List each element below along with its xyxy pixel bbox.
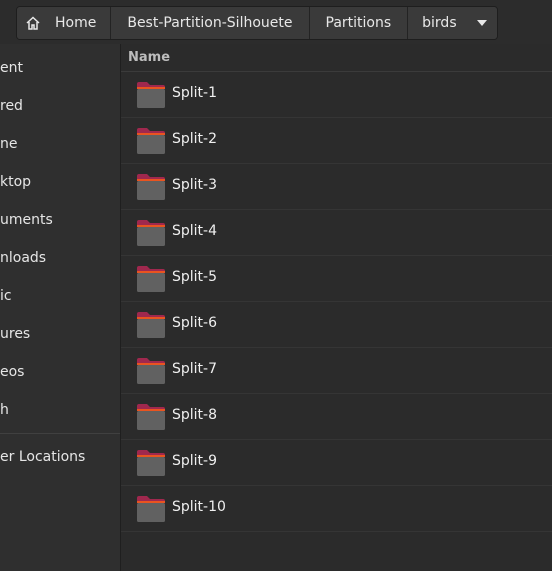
- sidebar-item-starred[interactable]: red: [0, 87, 120, 125]
- file-row-folder[interactable]: Split-10: [121, 486, 552, 532]
- file-name: Split-1: [172, 85, 218, 101]
- file-name: Split-4: [172, 223, 218, 239]
- file-name: Split-5: [172, 269, 218, 285]
- file-row-folder[interactable]: Split-9: [121, 440, 552, 486]
- folder-icon: [137, 358, 165, 384]
- file-name: Split-3: [172, 177, 218, 193]
- file-name: Split-7: [172, 361, 218, 377]
- column-header-name[interactable]: Name: [121, 44, 552, 72]
- folder-icon: [137, 496, 165, 522]
- file-row-folder[interactable]: Split-6: [121, 302, 552, 348]
- path-bar: Home Best-Partition-Silhouete Partitions…: [16, 6, 498, 40]
- path-home-label: Home: [55, 15, 97, 31]
- file-row-folder[interactable]: Split-4: [121, 210, 552, 256]
- sidebar-item-downloads[interactable]: nloads: [0, 239, 120, 277]
- file-row-folder[interactable]: Split-8: [121, 394, 552, 440]
- file-list: Name Split-1 Split-2 Split-3 Split-4 Split-5…: [121, 44, 552, 571]
- file-row-folder[interactable]: Split-7: [121, 348, 552, 394]
- file-name: Split-9: [172, 453, 218, 469]
- path-segment-label: birds: [422, 15, 457, 31]
- folder-icon: [137, 82, 165, 108]
- folder-icon: [137, 220, 165, 246]
- folder-icon: [137, 266, 165, 292]
- folder-icon: [137, 128, 165, 154]
- sidebar-item-label: ent: [0, 60, 23, 76]
- sidebar-item-label: ne: [0, 136, 18, 152]
- folder-icon: [137, 450, 165, 476]
- file-row-folder[interactable]: Split-5: [121, 256, 552, 302]
- sidebar-item-other-locations[interactable]: er Locations: [0, 438, 120, 476]
- column-header-label: Name: [128, 50, 171, 65]
- path-segment-birds[interactable]: birds: [408, 7, 497, 39]
- header-bar: Home Best-Partition-Silhouete Partitions…: [0, 0, 552, 44]
- home-icon: [26, 16, 40, 30]
- sidebar-divider: [0, 433, 120, 434]
- sidebar-item-desktop[interactable]: ktop: [0, 163, 120, 201]
- sidebar-item-label: eos: [0, 364, 25, 380]
- dropdown-arrow-icon[interactable]: [476, 20, 487, 26]
- sidebar-item-music[interactable]: ic: [0, 277, 120, 315]
- path-segment-best-partition[interactable]: Best-Partition-Silhouete: [111, 7, 310, 39]
- path-segment-label: Best-Partition-Silhouete: [127, 15, 293, 31]
- file-name: Split-6: [172, 315, 218, 331]
- sidebar-item-label: uments: [0, 212, 53, 228]
- sidebar-item-label: ktop: [0, 174, 32, 190]
- folder-icon: [137, 312, 165, 338]
- sidebar-item-trash[interactable]: h: [0, 391, 120, 429]
- path-segment-label: Partitions: [325, 15, 392, 31]
- sidebar-item-recent[interactable]: ent: [0, 49, 120, 87]
- path-home-button[interactable]: Home: [17, 7, 112, 39]
- folder-icon: [137, 404, 165, 430]
- sidebar-item-label: ic: [0, 288, 12, 304]
- folder-icon: [137, 174, 165, 200]
- sidebar-item-label: er Locations: [0, 449, 86, 465]
- sidebar-item-label: red: [0, 98, 23, 114]
- sidebar-item-videos[interactable]: eos: [0, 353, 120, 391]
- sidebar-item-home[interactable]: ne: [0, 125, 120, 163]
- path-segment-partitions[interactable]: Partitions: [309, 7, 409, 39]
- file-row-folder[interactable]: Split-2: [121, 118, 552, 164]
- sidebar-item-documents[interactable]: uments: [0, 201, 120, 239]
- sidebar-item-pictures[interactable]: ures: [0, 315, 120, 353]
- file-name: Split-2: [172, 131, 218, 147]
- file-name: Split-8: [172, 407, 218, 423]
- sidebar-item-label: nloads: [0, 250, 47, 266]
- sidebar-item-label: ures: [0, 326, 31, 342]
- file-name: Split-10: [172, 499, 226, 515]
- file-row-folder[interactable]: Split-1: [121, 72, 552, 118]
- sidebar-item-label: h: [0, 402, 9, 418]
- file-row-folder[interactable]: Split-3: [121, 164, 552, 210]
- sidebar: ent red ne ktop uments nloads ic ures eo…: [0, 44, 121, 571]
